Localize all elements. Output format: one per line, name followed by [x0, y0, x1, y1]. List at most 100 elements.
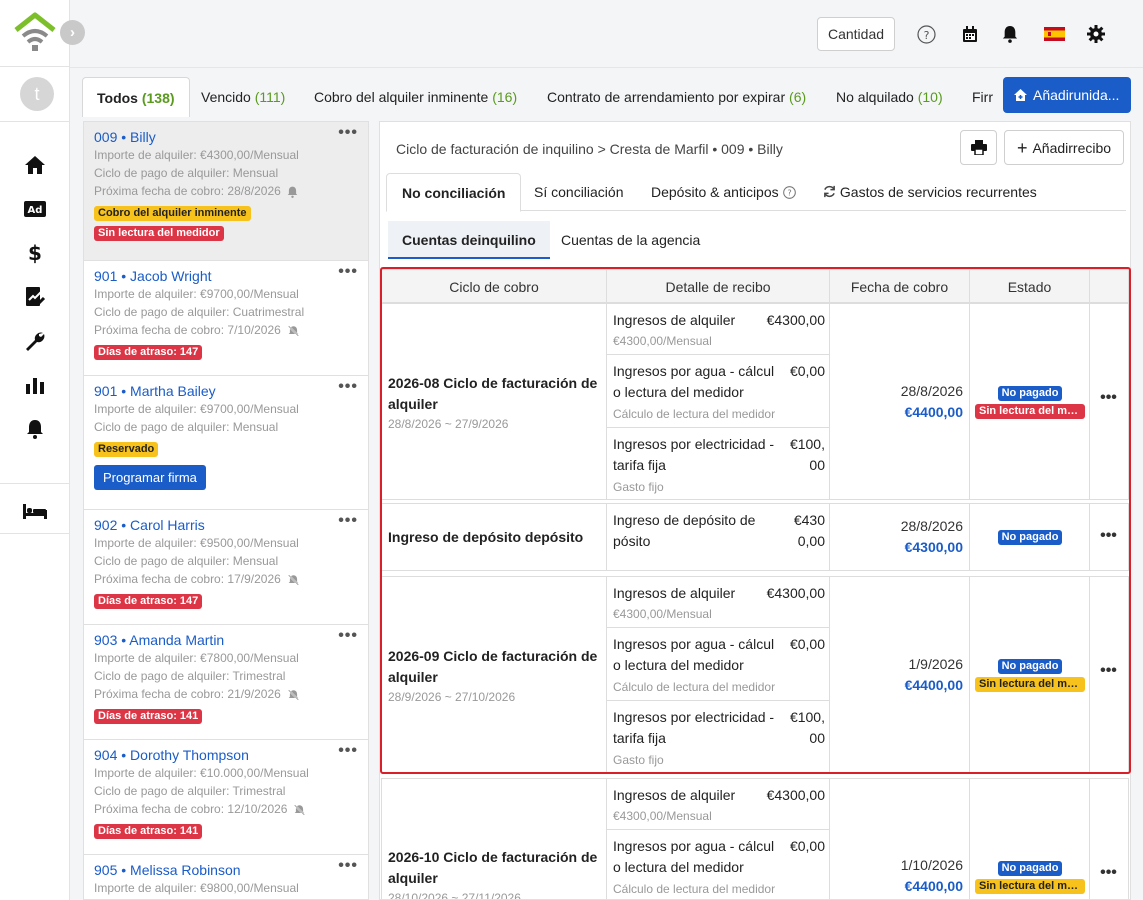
receipt-item: Ingresos por electricidad - tarifa fija … [607, 428, 830, 499]
more-icon[interactable]: ••• [338, 512, 358, 530]
more-icon[interactable]: ••• [338, 627, 358, 645]
item-sub: €4300,00/Mensual [613, 809, 712, 823]
bell-off-icon [287, 574, 299, 586]
item-amount: €4300,00 [766, 787, 825, 803]
svg-text:?: ? [923, 29, 929, 42]
row-more-icon[interactable]: ••• [1088, 662, 1129, 680]
tenant-rent: Importe de alquiler: €9800,00/Mensual [94, 881, 299, 895]
contract-icon[interactable] [23, 285, 47, 309]
billing-amount: €4400,00 [904, 878, 963, 894]
tab-vencido[interactable]: Vencido (111) [201, 77, 285, 117]
wrench-icon[interactable] [23, 329, 47, 353]
tenant-next-date: Próxima fecha de cobro: 17/9/2026 [94, 570, 360, 588]
more-icon[interactable]: ••• [338, 378, 358, 396]
home-icon[interactable] [23, 153, 47, 177]
tenant-card[interactable]: 009 • Billy ••• Importe de alquiler: €43… [84, 122, 368, 261]
filter-tabs: Todos (138) Vencido (111) Cobro del alqu… [82, 77, 994, 117]
receipt-detail-cell: Ingresos de alquiler €4300,00 €4300,00/M… [607, 577, 830, 772]
tenant-name[interactable]: 903 • Amanda Martin [94, 631, 360, 649]
tab-deposito-anticipos[interactable]: Depósito & anticipos ? [651, 173, 796, 211]
tab-contrato-expirar[interactable]: Contrato de arrendamiento por expirar (6… [547, 77, 806, 117]
tenant-name[interactable]: 904 • Dorothy Thompson [94, 746, 360, 764]
tab-no-conciliacion[interactable]: No conciliación [386, 173, 522, 212]
status-badge: No pagado [997, 386, 1063, 401]
gear-icon[interactable] [1086, 24, 1106, 44]
item-amount: €0,00 [789, 838, 825, 854]
status-badge: Días de atraso: 147 [94, 345, 203, 360]
avatar[interactable]: t [20, 77, 54, 111]
tab-no-alquilado[interactable]: No alquilado (10) [836, 77, 943, 117]
tab-label: Contrato de arrendamiento por expirar [547, 89, 786, 105]
printer-icon [970, 140, 987, 155]
ad-icon[interactable]: Ad [23, 197, 47, 221]
tenant-cycle: Ciclo de pago de alquiler: Mensual [94, 166, 279, 180]
row-more-icon[interactable]: ••• [1088, 864, 1129, 882]
date-cell: 1/10/2026 €4400,00 [830, 779, 970, 899]
chart-icon[interactable] [23, 373, 47, 397]
tenant-name[interactable]: 902 • Carol Harris [94, 516, 360, 534]
dollar-icon[interactable]: $ [23, 241, 47, 265]
item-amount: €0,00 [789, 636, 825, 652]
item-amount: €100,00 [789, 436, 825, 473]
row-more-icon[interactable]: ••• [1088, 527, 1129, 545]
tenant-card[interactable]: 901 • Martha Bailey ••• Importe de alqui… [84, 376, 368, 510]
tab-count: (16) [492, 89, 518, 105]
svg-text:Ad: Ad [28, 205, 43, 216]
tenant-name[interactable]: 901 • Jacob Wright [94, 267, 360, 285]
add-receipt-button[interactable]: + Añadirrecibo [1004, 130, 1124, 165]
tab-todos[interactable]: Todos (138) [82, 77, 190, 117]
plus-icon: + [1016, 137, 1028, 158]
add-receipt-label: Añadirrecibo [1032, 139, 1112, 156]
tab-cuentas-agencia[interactable]: Cuentas de la agencia [561, 221, 700, 259]
status-badge: Días de atraso: 141 [94, 709, 203, 724]
tab-gastos-recurrentes[interactable]: Gastos de servicios recurrentes [823, 173, 1037, 211]
status-cell: No pagado Sin lectura del me... [970, 577, 1090, 772]
logo-icon[interactable] [14, 12, 56, 54]
spain-flag-icon[interactable] [1043, 24, 1065, 44]
tab-label: Cobro del alquiler inminente [314, 89, 489, 105]
receipt-detail-cell: Ingresos de alquiler €4300,00 €4300,00/M… [607, 779, 830, 899]
add-unit-label: Añadirunida... [1033, 87, 1120, 103]
breadcrumb[interactable]: Ciclo de facturación de inquilino > Cres… [396, 141, 783, 157]
more-icon[interactable]: ••• [338, 124, 358, 142]
top-bar: Cantidad ? [70, 0, 1143, 67]
add-unit-button[interactable]: Añadirunida... [1003, 77, 1131, 113]
tenant-rent: Importe de alquiler: €10.000,00/Mensual [94, 766, 309, 780]
tab-cuentas-inquilino[interactable]: Cuentas deinquilino [388, 221, 550, 259]
tab-cobro-inminente[interactable]: Cobro del alquiler inminente (16) [314, 77, 517, 117]
print-button[interactable] [960, 130, 997, 165]
table-row: 2026-10 Ciclo de facturación de alquiler… [381, 778, 1129, 899]
bell-icon[interactable] [1000, 24, 1020, 44]
receipt-item: Ingresos por agua - cálculo lectura del … [607, 628, 830, 701]
calendar-icon[interactable] [960, 24, 980, 44]
receipt-item: Ingresos por electricidad - tarifa fija … [607, 701, 830, 772]
tab-firma[interactable]: Firr [972, 77, 993, 117]
row-more-icon[interactable]: ••• [1088, 389, 1129, 407]
tenant-card[interactable]: 901 • Jacob Wright ••• Importe de alquil… [84, 261, 368, 376]
tenant-card[interactable]: 903 • Amanda Martin ••• Importe de alqui… [84, 625, 368, 740]
cycle-title: 2026-10 Ciclo de facturación de alquiler… [388, 847, 600, 899]
quantity-button[interactable]: Cantidad [817, 17, 895, 51]
more-icon[interactable]: ••• [338, 263, 358, 281]
more-icon[interactable]: ••• [338, 857, 358, 875]
tenant-name[interactable]: 009 • Billy [94, 128, 360, 146]
more-icon[interactable]: ••• [338, 742, 358, 760]
tenant-card[interactable]: 905 • Melissa Robinson ••• Importe de al… [84, 855, 368, 899]
billing-date: 28/8/2026 [900, 383, 963, 399]
tenant-card[interactable]: 904 • Dorothy Thompson ••• Importe de al… [84, 740, 368, 855]
bell-off-icon [287, 325, 299, 337]
tenant-name[interactable]: 901 • Martha Bailey [94, 382, 360, 400]
bed-icon[interactable] [23, 499, 47, 523]
bell-off-icon [287, 689, 299, 701]
tab-count: (6) [789, 89, 807, 105]
item-sub: Gasto fijo [613, 753, 664, 767]
tab-si-conciliacion[interactable]: Sí conciliación [534, 173, 624, 211]
item-name: Ingresos de alquiler [613, 312, 736, 328]
svg-text:?: ? [787, 188, 791, 198]
schedule-signature-button[interactable]: Programar firma [94, 465, 206, 490]
tenant-name[interactable]: 905 • Melissa Robinson [94, 861, 360, 879]
tenant-card[interactable]: 902 • Carol Harris ••• Importe de alquil… [84, 510, 368, 625]
item-sub: Cálculo de lectura del medidor [613, 882, 776, 896]
help-icon[interactable]: ? [916, 24, 936, 44]
bell-icon[interactable] [23, 417, 47, 441]
